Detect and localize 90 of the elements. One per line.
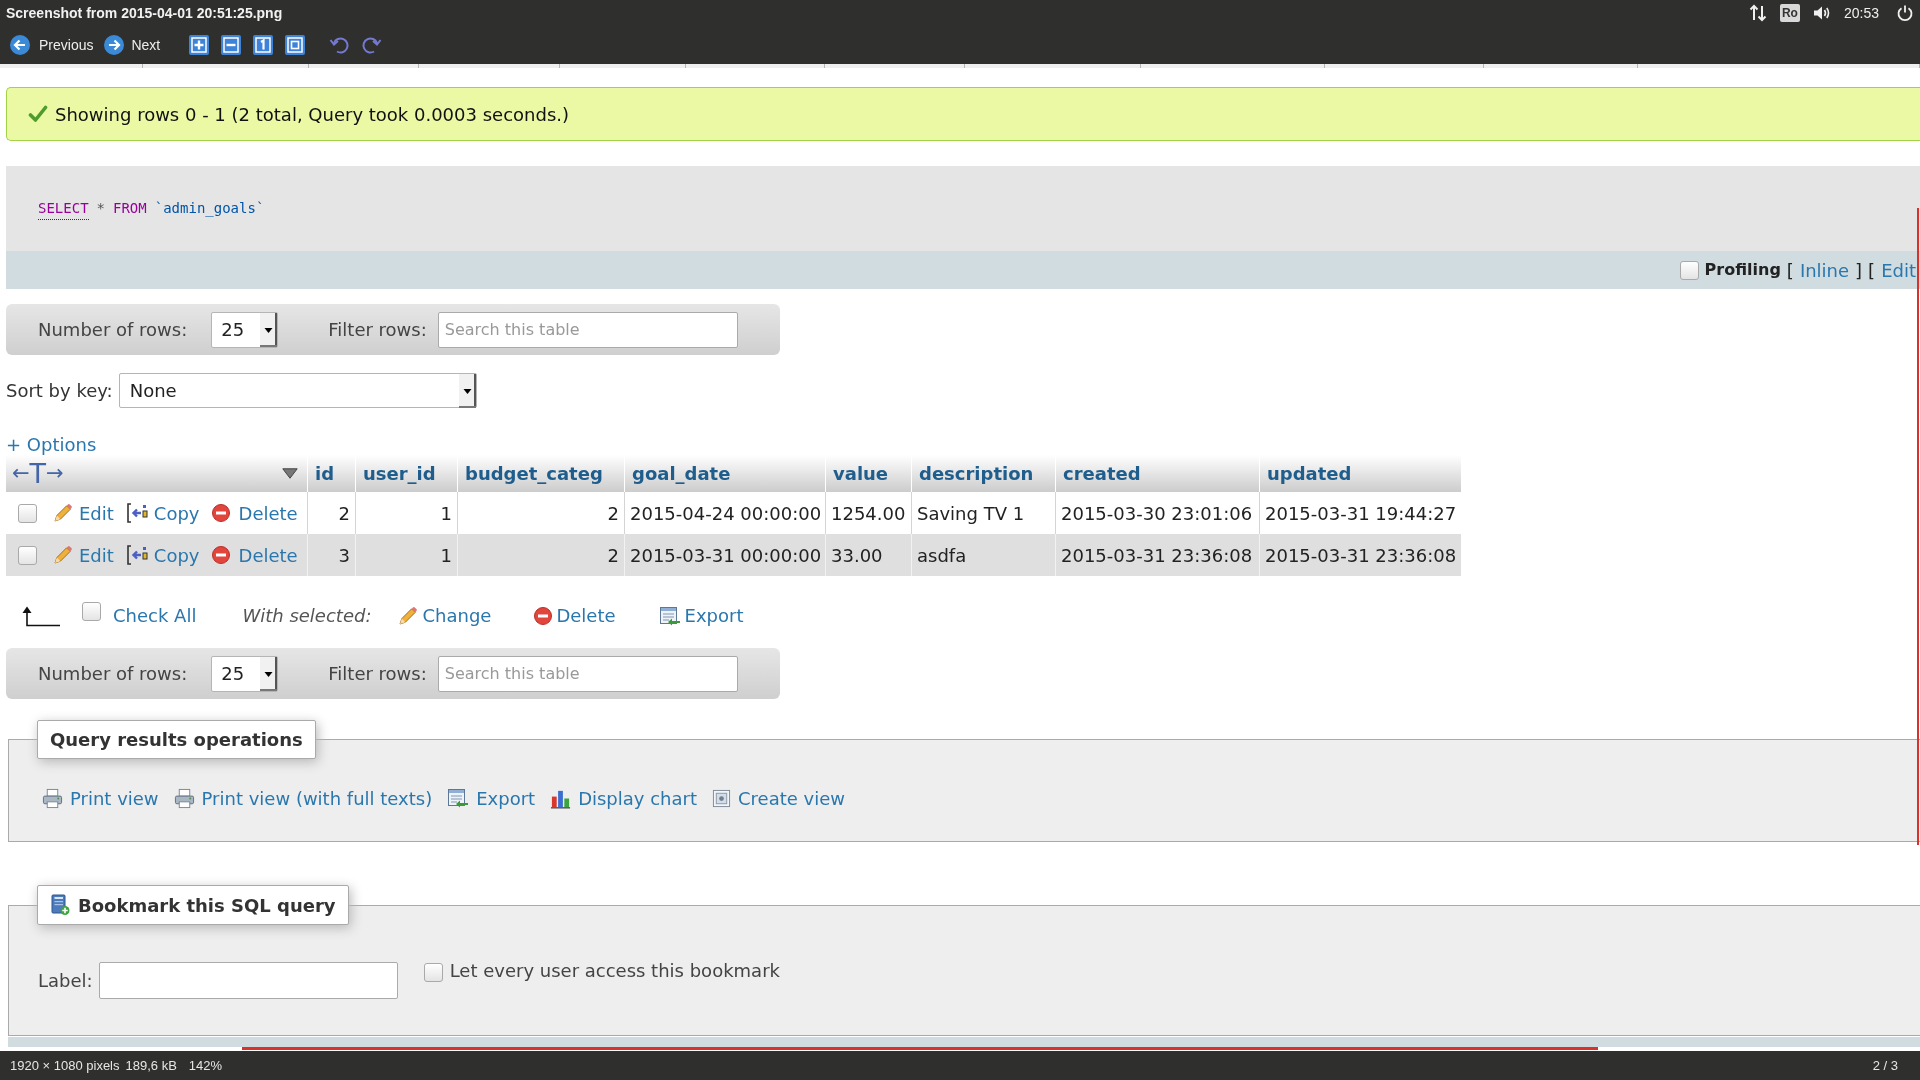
rotate-right-icon[interactable] xyxy=(360,35,383,55)
power-icon[interactable] xyxy=(1896,4,1914,22)
arrow-left-circle-icon xyxy=(10,35,30,55)
sort-select[interactable]: None xyxy=(118,373,477,408)
rows-label: Number of rows: xyxy=(38,318,188,342)
copy-link[interactable]: Copy xyxy=(125,499,200,527)
filter-input[interactable]: Search this table xyxy=(437,311,738,348)
row-checkbox[interactable] xyxy=(18,503,37,523)
framed-square-icon xyxy=(712,788,731,808)
file-size: 189,6 kB xyxy=(125,1056,177,1075)
share-checkbox[interactable] xyxy=(423,962,443,982)
minus-circle-icon xyxy=(211,504,230,522)
pencil-icon xyxy=(53,503,73,523)
clock-time[interactable]: 20:53 xyxy=(1843,2,1879,24)
zoom-level: 142% xyxy=(188,1056,223,1075)
filter-label: Filter rows: xyxy=(328,662,427,686)
section-title: Bookmark this SQL query xyxy=(78,893,336,918)
column-arrow-icon xyxy=(125,503,148,523)
triangle-down-icon[interactable] xyxy=(282,468,298,479)
rows-select[interactable]: 25 xyxy=(211,311,279,348)
create-view-link[interactable]: Create view xyxy=(712,784,845,812)
image-position: 2 / 3 xyxy=(1872,1056,1898,1075)
profiling-link[interactable]: Edit xyxy=(1881,256,1916,284)
pencil-icon xyxy=(53,545,73,565)
bracket-text: ] xyxy=(1855,258,1863,283)
window-title: Screenshot from 2015-04-01 20:51:25.png xyxy=(6,3,283,23)
row-checkbox[interactable] xyxy=(18,545,37,565)
sql-query: SELECT * FROM `admin_goals` xyxy=(38,197,265,220)
spreadsheet-arrow-icon xyxy=(447,788,470,808)
fit-square-icon[interactable] xyxy=(285,35,306,55)
speaker-icon[interactable] xyxy=(1811,4,1832,22)
previous-button[interactable]: Previous xyxy=(10,34,94,56)
text-toggle-link[interactable]: ←T→ xyxy=(12,460,64,487)
next-button[interactable]: Next xyxy=(104,34,161,56)
message-text: Showing rows 0 - 1 (2 total, Query took 0.0003 seconds.) xyxy=(55,102,569,127)
print-view-link[interactable]: Print view xyxy=(42,784,159,812)
up-down-arrows-icon[interactable] xyxy=(1748,3,1767,23)
export-link[interactable]: Export xyxy=(447,784,536,812)
copy-link[interactable]: Copy xyxy=(125,541,200,569)
table-cell: 2 xyxy=(457,534,624,576)
filter-label: Filter rows: xyxy=(328,318,427,342)
filter-input[interactable]: Search this table xyxy=(437,655,738,692)
share-label: Let every user access this bookmark xyxy=(449,959,780,983)
table-cell: 1 xyxy=(355,534,457,576)
section-title: Query results operations xyxy=(37,720,316,759)
book-plus-icon xyxy=(50,894,70,916)
sort-label: Sort by key: xyxy=(6,379,113,403)
arrow-right-circle-icon xyxy=(104,35,125,55)
options-link[interactable]: + Options xyxy=(6,430,97,458)
keyboard-layout-indicator[interactable]: Ro xyxy=(1779,4,1800,22)
profiling-label: Profiling xyxy=(1704,259,1781,281)
delete-link[interactable]: Delete xyxy=(211,541,298,569)
check-icon xyxy=(28,105,48,123)
printer-icon xyxy=(42,787,63,809)
edit-link[interactable]: Edit xyxy=(53,499,114,527)
minus-circle-icon xyxy=(534,606,553,625)
change-link[interactable]: Change xyxy=(398,602,492,629)
export-link[interactable]: Export xyxy=(658,602,744,629)
print-view-link[interactable]: Print view (with full texts) xyxy=(173,784,433,812)
display-chart-link[interactable]: Display chart xyxy=(550,784,697,812)
corner-arrow-icon xyxy=(21,604,61,627)
check-all-link[interactable]: Check All xyxy=(113,602,197,629)
rows-select[interactable]: 25 xyxy=(211,655,279,692)
table-cell: 2015-03-31 23:36:08 xyxy=(1259,534,1461,576)
delete-link[interactable]: Delete xyxy=(534,602,616,629)
image-dimensions: 1920 × 1080 pixels xyxy=(10,1056,120,1075)
bracket-text: [ xyxy=(1868,258,1876,283)
table-cell: 2015-03-31 00:00:00 xyxy=(624,534,825,576)
rows-label: Number of rows: xyxy=(38,662,188,686)
minus-square-icon[interactable] xyxy=(221,35,242,55)
profiling-checkbox[interactable] xyxy=(1679,260,1699,280)
minus-circle-icon xyxy=(211,546,230,564)
plus-square-icon[interactable] xyxy=(189,35,210,55)
spreadsheet-arrow-icon xyxy=(658,605,681,626)
delete-link[interactable]: Delete xyxy=(211,499,298,527)
one-square-icon[interactable] xyxy=(253,35,274,55)
bracket-text: [ xyxy=(1786,258,1794,283)
column-arrow-icon xyxy=(125,545,148,565)
table-cell: 2015-03-31 23:36:08 xyxy=(1055,534,1259,576)
profiling-link[interactable]: Inline xyxy=(1799,256,1850,284)
label-text: Label: xyxy=(38,969,93,993)
table-cell: asdfa xyxy=(911,534,1055,576)
table-cell: 3 xyxy=(307,534,355,576)
label-input[interactable] xyxy=(98,962,398,999)
edit-link[interactable]: Edit xyxy=(53,541,114,569)
check-all-checkbox[interactable] xyxy=(82,602,101,621)
pencil-icon xyxy=(398,605,419,626)
with-selected-label: With selected: xyxy=(242,604,372,628)
printer-icon xyxy=(173,787,195,809)
table-cell: 33.00 xyxy=(825,534,911,576)
